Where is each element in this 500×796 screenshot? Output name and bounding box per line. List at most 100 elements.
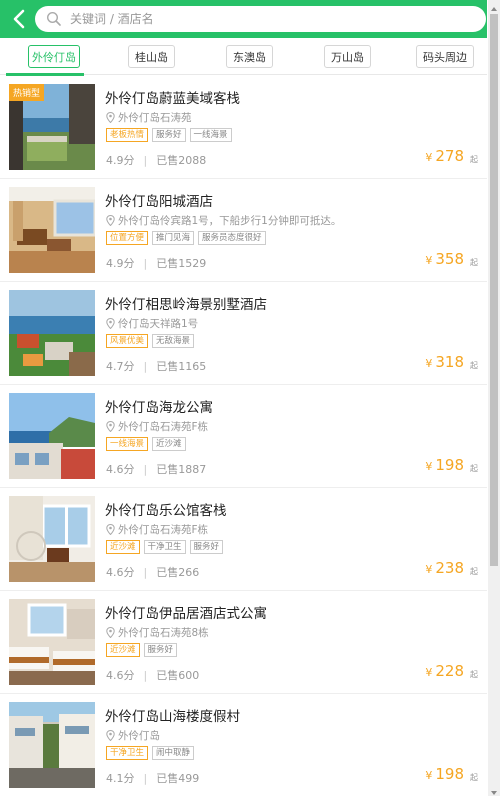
price-value: 278 [435, 147, 464, 165]
hot-badge: 热销型 [9, 84, 45, 101]
scroll-up-button[interactable] [488, 0, 500, 12]
hotel-item[interactable]: 外伶仃岛伊品居酒店式公寓 外伶仃岛石涛苑8栋 近沙滩 服务好 4.6分 | 已售60… [0, 591, 487, 694]
price-suffix: 起 [470, 464, 478, 473]
hotel-name: 外伶仃岛海龙公寓 [105, 400, 213, 416]
divider: | [143, 566, 148, 579]
hotel-address-text: 外伶仃岛石涛苑F栋 [118, 524, 209, 536]
hotel-item[interactable]: 外伶仃相思岭海景别墅酒店 伶仃岛天祥路1号 风景优美 无敌海景 4.7分 | 已售1… [0, 282, 487, 385]
hotel-meta: 4.1分 | 已售499 [106, 770, 199, 786]
price-value: 228 [435, 662, 464, 680]
chevron-left-icon [13, 9, 25, 29]
price-value: 358 [435, 250, 464, 268]
price-suffix: 起 [470, 258, 478, 267]
hotel-photo [9, 599, 95, 685]
search-icon [46, 11, 61, 26]
hotel-sold: 已售1165 [156, 360, 207, 373]
hotel-price: ¥198 起 [425, 455, 478, 474]
hotel-price: ¥278 起 [425, 146, 478, 165]
hotel-score: 4.9分 [106, 257, 135, 270]
hotel-item[interactable]: 热销型 外伶仃岛蔚蓝美域客栈 外伶仃岛石涛苑 老板热情 服务好 一线海景 4.9… [0, 76, 487, 179]
hotel-score: 4.6分 [106, 669, 135, 682]
hotel-price: ¥238 起 [425, 558, 478, 577]
hotel-address: 外伶仃岛伶宾路1号，下船步行1分钟即可抵达。 [106, 213, 341, 228]
tab-island[interactable]: 万山岛 [324, 45, 371, 68]
scrollbar[interactable] [488, 0, 500, 796]
hotel-tags: 近沙滩 服务好 [106, 643, 181, 657]
hotel-tag: 干净卫生 [106, 746, 149, 760]
hotel-meta: 4.9分 | 已售2088 [106, 152, 206, 168]
hotel-tag: 近沙滩 [152, 437, 186, 451]
hotel-tags: 老板热情 服务好 一线海景 [106, 128, 236, 142]
currency-symbol: ¥ [425, 666, 433, 679]
hotel-item[interactable]: 外伶仃岛山海楼度假村 外伶仃岛 干净卫生 闹中取静 4.1分 | 已售499 ¥19… [0, 694, 487, 796]
currency-symbol: ¥ [425, 460, 433, 473]
hotel-tag: 服务好 [152, 128, 186, 142]
hotel-item[interactable]: 外伶仃岛阳城酒店 外伶仃岛伶宾路1号，下船步行1分钟即可抵达。 位置方便 推门见… [0, 179, 487, 282]
divider: | [143, 669, 148, 682]
hotel-meta: 4.6分 | 已售266 [106, 564, 199, 580]
hotel-address: 外伶仃岛 [106, 728, 160, 743]
hotel-tags: 位置方便 推门见海 服务员态度很好 [106, 231, 270, 245]
hotel-score: 4.6分 [106, 566, 135, 579]
search-input[interactable] [70, 12, 450, 26]
divider: | [143, 257, 148, 270]
hotel-photo [9, 702, 95, 788]
hotel-score: 4.9分 [106, 154, 135, 167]
hotel-photo [9, 496, 95, 582]
search-box[interactable] [35, 6, 486, 32]
tab-island[interactable]: 外伶仃岛 [28, 45, 80, 68]
price-suffix: 起 [470, 670, 478, 679]
hotel-meta: 4.7分 | 已售1165 [106, 358, 206, 374]
hotel-tag: 风景优美 [106, 334, 149, 348]
hotel-score: 4.6分 [106, 463, 135, 476]
tab-island[interactable]: 码头周边 [416, 45, 474, 68]
price-suffix: 起 [470, 773, 478, 782]
hotel-photo [9, 187, 95, 273]
hotel-address-text: 外伶仃岛石涛苑F栋 [118, 421, 209, 433]
hotel-address: 外伶仃岛石涛苑8栋 [106, 625, 209, 640]
hotel-meta: 4.6分 | 已售600 [106, 667, 199, 683]
tab-island[interactable]: 桂山岛 [128, 45, 175, 68]
top-bar [0, 0, 487, 38]
price-suffix: 起 [470, 155, 478, 164]
currency-symbol: ¥ [425, 357, 433, 370]
hotel-tag: 无敌海景 [152, 334, 195, 348]
hotel-price: ¥318 起 [425, 352, 478, 371]
currency-symbol: ¥ [425, 151, 433, 164]
divider: | [143, 772, 148, 785]
hotel-meta: 4.6分 | 已售1887 [106, 461, 206, 477]
hotel-tag: 服务好 [189, 540, 224, 554]
scrollbar-thumb[interactable] [490, 14, 498, 566]
price-value: 198 [435, 765, 464, 783]
hotel-tag: 推门见海 [152, 231, 195, 245]
hotel-address: 外伶仃岛石涛苑F栋 [106, 522, 208, 537]
hotel-name: 外伶仃岛山海楼度假村 [105, 709, 240, 725]
hotel-address-text: 外伶仃岛石涛苑 [118, 112, 192, 124]
hotel-address-text: 外伶仃岛 [118, 730, 160, 742]
scroll-down-button[interactable] [488, 784, 500, 796]
hotel-tag: 近沙滩 [106, 643, 140, 657]
tab-island[interactable]: 东澳岛 [226, 45, 273, 68]
hotel-item[interactable]: 外伶仃岛乐公馆客栈 外伶仃岛石涛苑F栋 近沙滩 干净卫生 服务好 4.6分 | 已售… [0, 488, 487, 591]
price-suffix: 起 [470, 567, 478, 576]
hotel-price: ¥228 起 [425, 661, 478, 680]
hotel-tag: 位置方便 [106, 231, 149, 245]
hotel-tags: 干净卫生 闹中取静 [106, 746, 198, 760]
hotel-photo [9, 290, 95, 376]
hotel-tag: 近沙滩 [106, 540, 140, 554]
location-pin-icon [106, 318, 115, 329]
hotel-meta: 4.9分 | 已售1529 [106, 255, 206, 271]
back-button[interactable] [7, 6, 31, 32]
hotel-name: 外伶仃相思岭海景别墅酒店 [105, 297, 267, 313]
hotel-price: ¥198 起 [425, 764, 478, 783]
location-pin-icon [106, 112, 115, 123]
hotel-address: 外伶仃岛石涛苑 [106, 110, 192, 125]
hotel-sold: 已售266 [156, 566, 200, 579]
hotel-tag: 闹中取静 [152, 746, 195, 760]
hotel-address: 外伶仃岛石涛苑F栋 [106, 419, 208, 434]
hotel-item[interactable]: 外伶仃岛海龙公寓 外伶仃岛石涛苑F栋 一线海景 近沙滩 4.6分 | 已售1887 … [0, 385, 487, 488]
hotel-tag: 干净卫生 [143, 540, 186, 554]
divider: | [143, 463, 148, 476]
location-pin-icon [106, 627, 115, 638]
hotel-tags: 近沙滩 干净卫生 服务好 [106, 540, 227, 554]
